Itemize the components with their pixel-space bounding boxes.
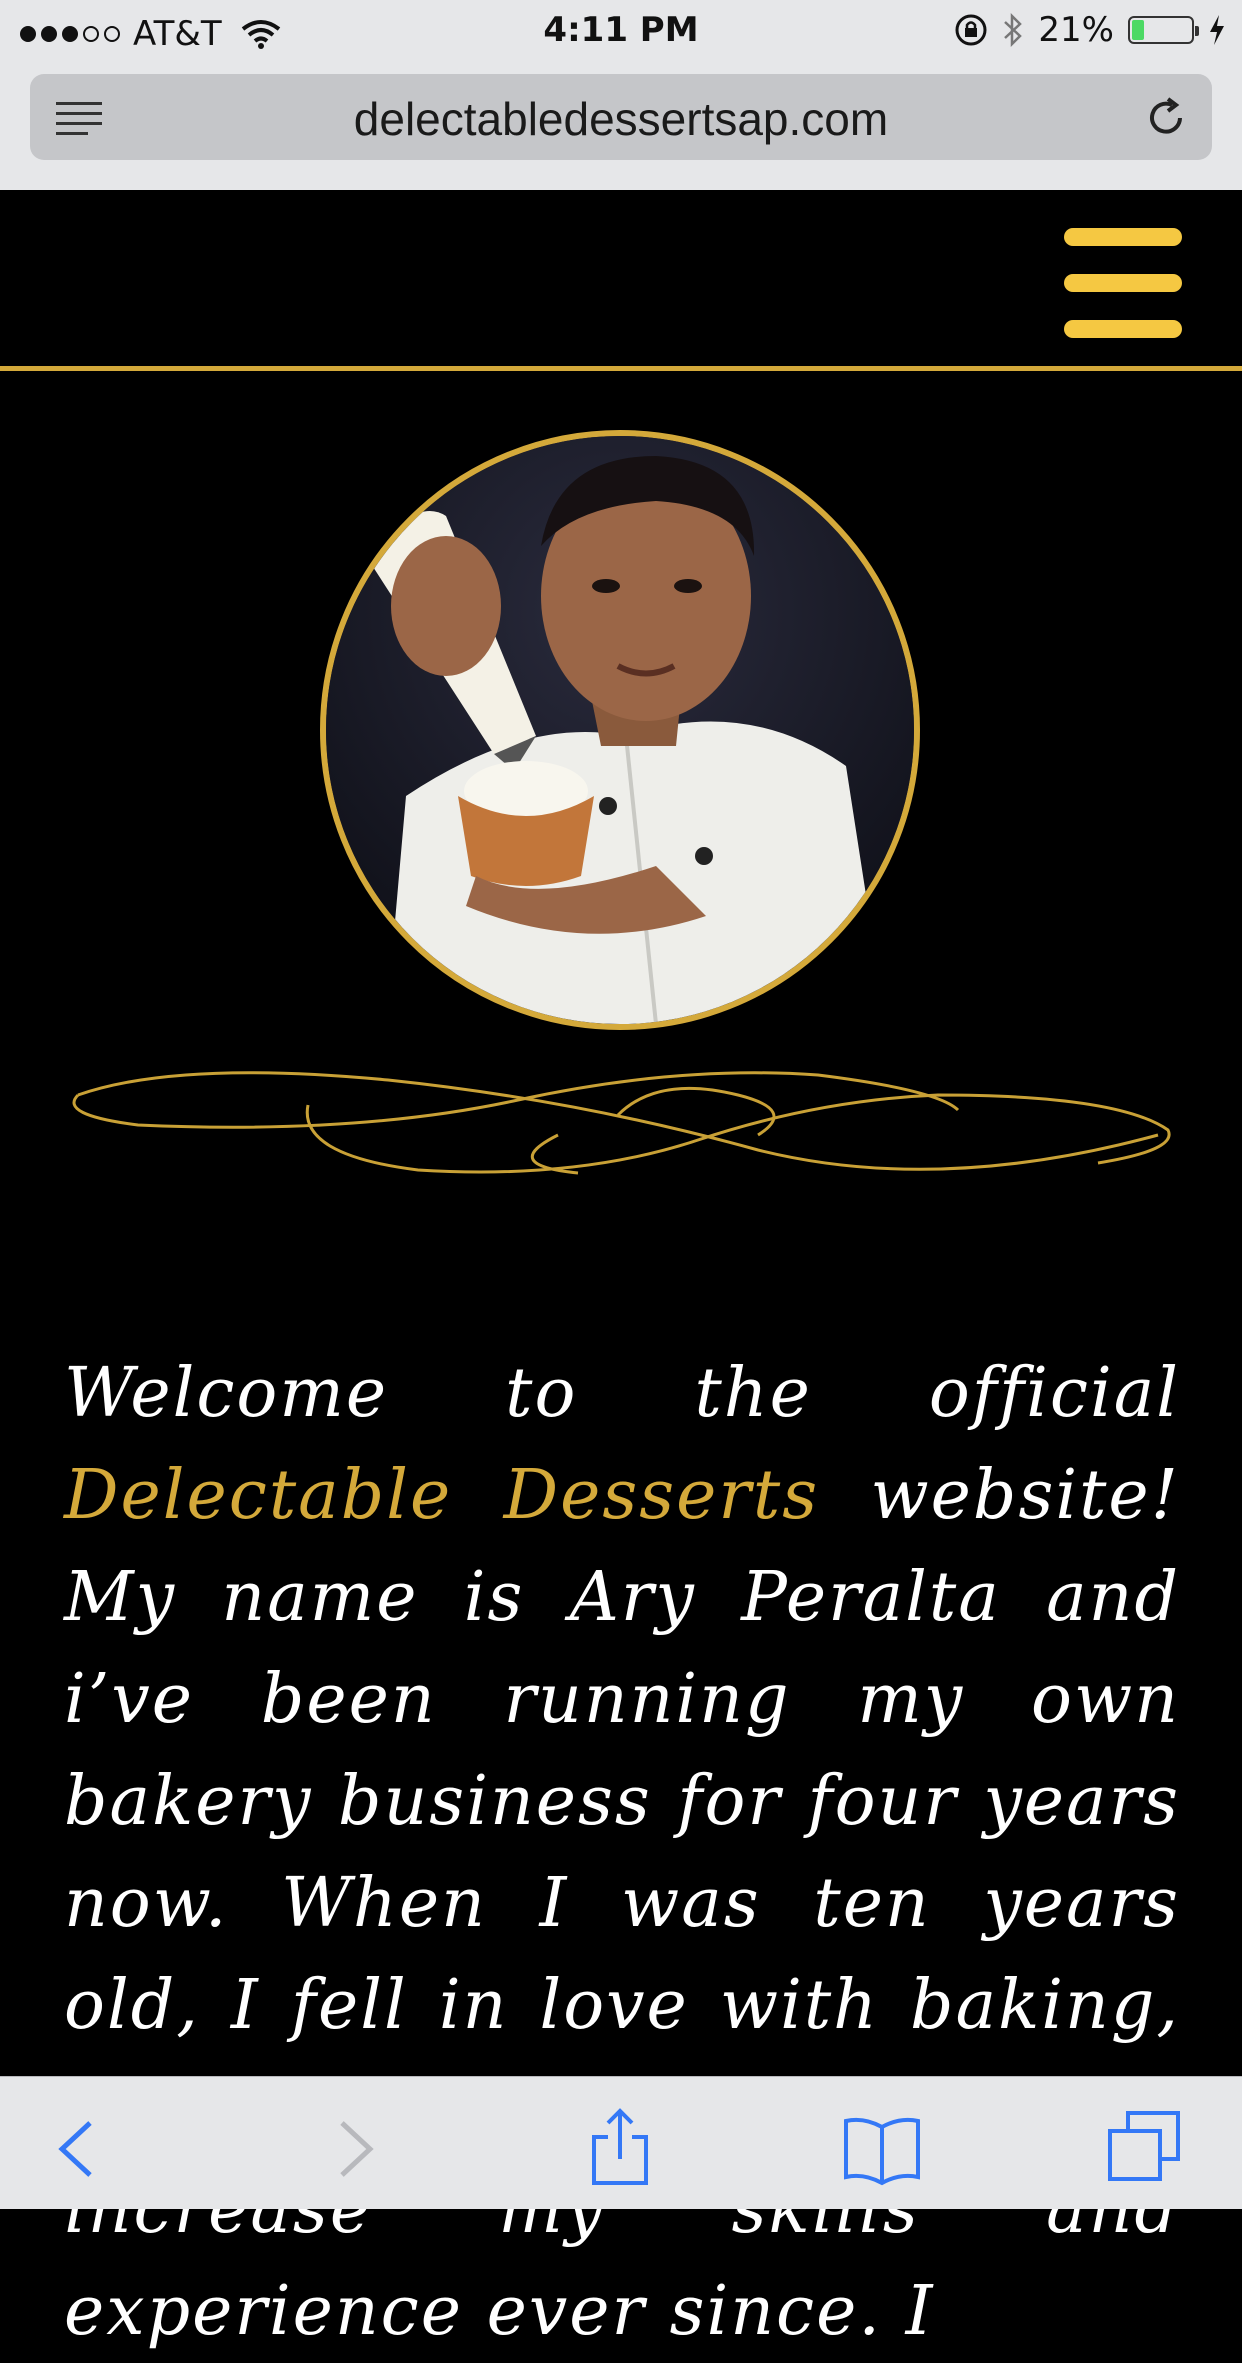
brand-name: Delectable Desserts: [64, 1456, 820, 1535]
battery-percent: 21%: [1038, 10, 1114, 50]
tabs-icon[interactable]: [1104, 2107, 1184, 2187]
orientation-lock-icon: [955, 14, 987, 46]
reload-icon[interactable]: [1142, 94, 1190, 142]
browser-toolbar: [0, 2076, 1242, 2209]
forward-icon[interactable]: [312, 2107, 392, 2187]
charging-bolt-icon: [1210, 15, 1224, 45]
browser-address-area: delectabledessertsap.com: [0, 62, 1242, 190]
bluetooth-icon: [1004, 12, 1023, 48]
welcome-text: Welcome to the official Delectable Desse…: [64, 1343, 1180, 2363]
battery-icon: [1128, 16, 1199, 44]
welcome-text-intro: Welcome to the official: [64, 1354, 1180, 1433]
share-icon[interactable]: [580, 2107, 660, 2187]
chef-illustration: [326, 436, 914, 1024]
bookmarks-icon[interactable]: [842, 2107, 922, 2187]
menu-icon[interactable]: [1064, 228, 1182, 338]
flourish-divider: [72, 1071, 1171, 1175]
welcome-text-body: website! My name is Ary Peralta and i’ve…: [64, 1456, 1180, 2351]
address-bar[interactable]: delectabledessertsap.com: [30, 74, 1212, 160]
status-bar: AT&T 4:11 PM 21%: [0, 0, 1242, 62]
url-text[interactable]: delectabledessertsap.com: [30, 92, 1212, 146]
site-header: [0, 190, 1242, 371]
back-icon[interactable]: [40, 2107, 120, 2187]
battery-fill: [1132, 20, 1144, 40]
chef-profile-photo: [320, 430, 920, 1030]
